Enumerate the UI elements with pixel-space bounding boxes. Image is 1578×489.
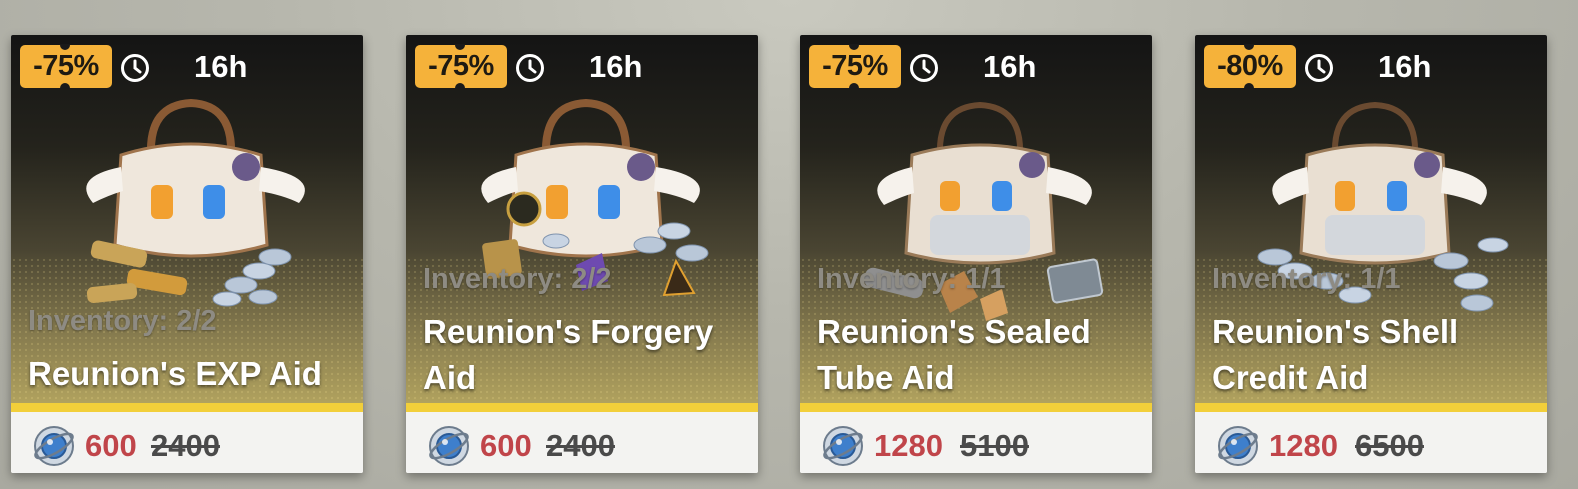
- price-current: 600: [85, 428, 137, 463]
- item-name-line2: Aid: [423, 359, 477, 396]
- clock-icon: [121, 54, 149, 82]
- shop-item-card-exp-aid[interactable]: -75% 16h Inventory: 2/2 Reunion's EXP Ai…: [11, 35, 363, 473]
- shop-item-card-forgery-aid[interactable]: -75% 16h Inventory: 2/2 Reunion's Forger…: [406, 35, 758, 473]
- price-original: 2400: [151, 428, 220, 463]
- item-name-line1: Reunion's Forgery: [423, 313, 714, 350]
- discount-badge: -75%: [415, 44, 507, 89]
- clock-icon: [910, 54, 938, 82]
- price-original: 2400: [546, 428, 615, 463]
- time-remaining: 16h: [1378, 49, 1432, 84]
- discount-badge: -80%: [1204, 44, 1296, 89]
- accent-bar: [406, 403, 758, 412]
- clock-icon: [1305, 54, 1333, 82]
- bag-bundle-icon: [864, 101, 1104, 321]
- item-name-line2: Tube Aid: [817, 359, 955, 396]
- globe-currency-icon: [429, 426, 469, 466]
- time-remaining: 16h: [194, 49, 248, 84]
- price-original: 6500: [1355, 428, 1424, 463]
- shop-item-card-shell-credit-aid[interactable]: -80% 16h Inventory: 1/1 Reunion's Shell …: [1195, 35, 1547, 473]
- item-name-line1: Reunion's EXP Aid: [28, 355, 322, 392]
- time-remaining: 16h: [589, 49, 643, 84]
- bag-bundle-icon: [1257, 101, 1509, 312]
- accent-bar: [11, 403, 363, 412]
- inventory-count: Inventory: 1/1: [817, 263, 1006, 295]
- price-current: 1280: [874, 428, 943, 463]
- shop-item-card-sealed-tube-aid[interactable]: -75% 16h Inventory: 1/1 Reunion's Sealed…: [800, 35, 1152, 473]
- price-original: 5100: [960, 428, 1029, 463]
- globe-currency-icon: [34, 426, 74, 466]
- discount-badge: -75%: [809, 44, 901, 89]
- item-name-line1: Reunion's Sealed: [817, 313, 1091, 350]
- globe-currency-icon: [823, 426, 863, 466]
- discount-badge: -75%: [20, 44, 112, 89]
- inventory-count: Inventory: 2/2: [423, 263, 612, 295]
- item-name-line1: Reunion's Shell: [1212, 313, 1459, 350]
- bag-bundle-icon: [481, 98, 709, 297]
- accent-bar: [1195, 403, 1547, 412]
- price-current: 600: [480, 428, 532, 463]
- price-current: 1280: [1269, 428, 1338, 463]
- accent-bar: [800, 403, 1152, 412]
- globe-currency-icon: [1218, 426, 1258, 466]
- inventory-count: Inventory: 1/1: [1212, 263, 1401, 295]
- inventory-count: Inventory: 2/2: [28, 305, 217, 337]
- clock-icon: [516, 54, 544, 82]
- item-name-line2: Credit Aid: [1212, 359, 1369, 396]
- time-remaining: 16h: [983, 49, 1037, 84]
